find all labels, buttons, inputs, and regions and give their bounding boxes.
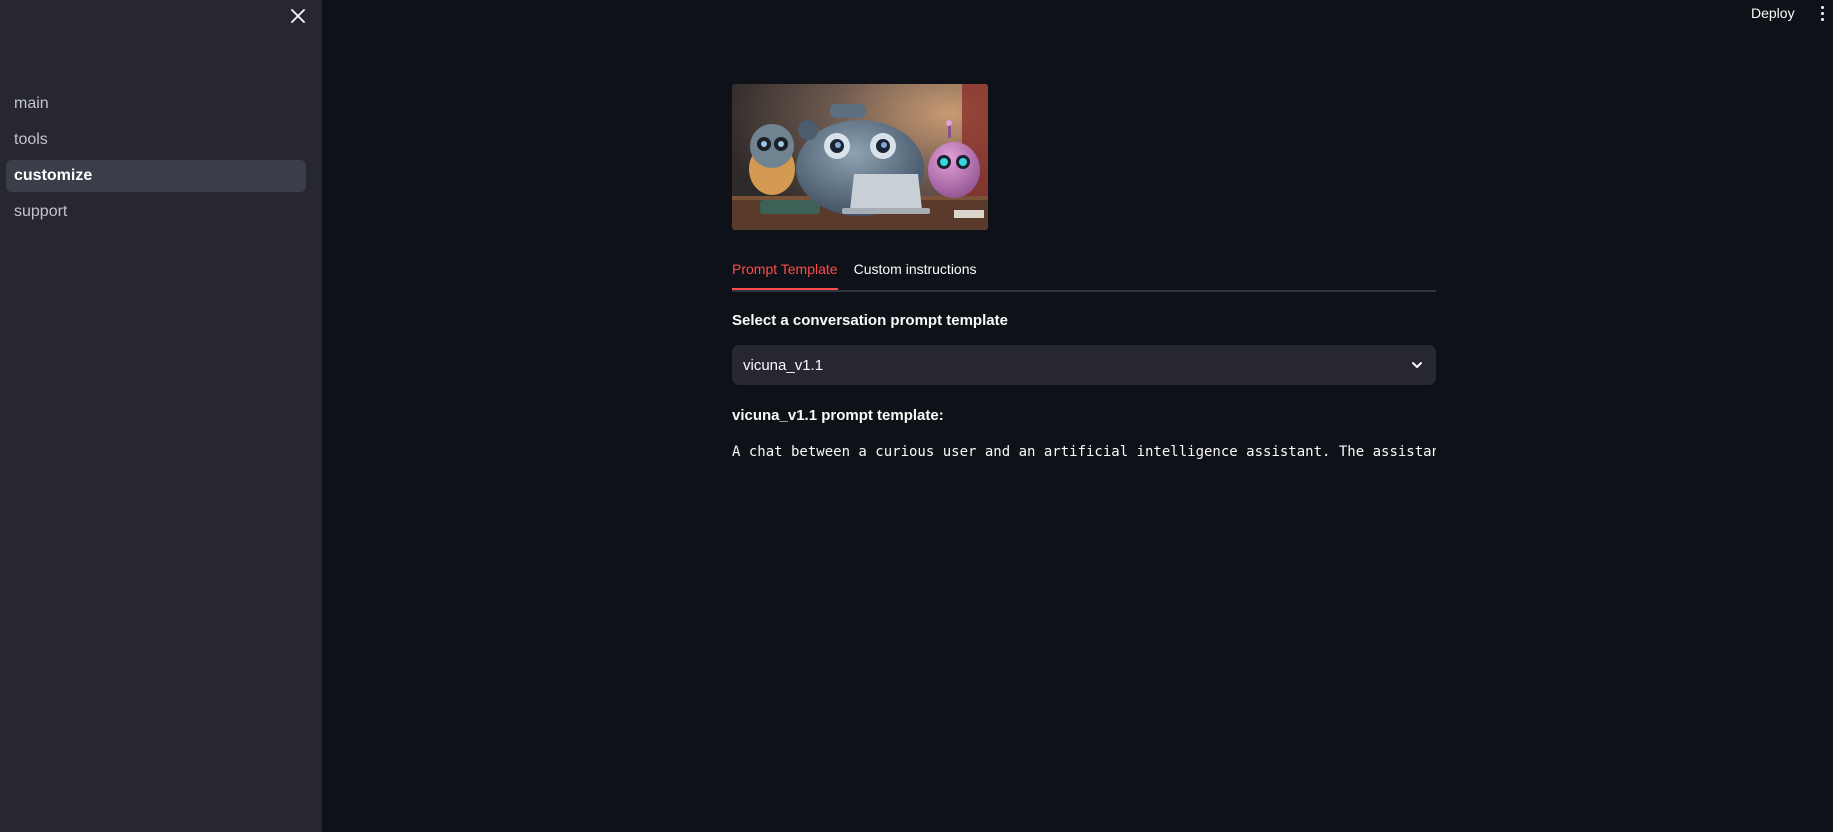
chevron-down-icon — [1412, 362, 1422, 368]
tab-label: Custom instructions — [853, 261, 977, 277]
sidebar-item-tools[interactable]: tools — [6, 124, 306, 156]
select-value: vicuna_v1.1 — [743, 356, 824, 374]
sidebar-item-label: customize — [14, 167, 93, 184]
deploy-label: Deploy — [1751, 5, 1795, 21]
sidebar-item-support[interactable]: support — [6, 196, 306, 228]
sidebar-item-label: tools — [14, 131, 48, 148]
select-label: Select a conversation prompt template — [732, 312, 1008, 329]
tab-prompt-template[interactable]: Prompt Template — [732, 250, 838, 290]
sidebar-nav: main tools customize support — [6, 88, 306, 232]
tab-label: Prompt Template — [732, 261, 838, 277]
template-text: A chat between a curious user and an art… — [732, 444, 1436, 460]
close-icon — [291, 9, 305, 23]
sidebar-item-customize[interactable]: customize — [6, 160, 306, 192]
sidebar-item-main[interactable]: main — [6, 88, 306, 120]
sidebar-item-label: support — [14, 203, 68, 220]
deploy-button[interactable]: Deploy — [1745, 3, 1801, 23]
main-content: Prompt Template Custom instructions Sele… — [732, 84, 1436, 460]
prompt-template-select[interactable]: vicuna_v1.1 — [732, 345, 1436, 385]
tab-custom-instructions[interactable]: Custom instructions — [854, 250, 977, 288]
sidebar: main tools customize support — [0, 0, 322, 832]
more-vertical-icon[interactable] — [1812, 2, 1832, 24]
close-sidebar-button[interactable] — [286, 4, 310, 28]
tab-bar: Prompt Template Custom instructions — [732, 250, 1436, 292]
template-title: vicuna_v1.1 prompt template: — [732, 407, 944, 424]
sidebar-item-label: main — [14, 95, 49, 112]
hero-image — [732, 84, 988, 230]
